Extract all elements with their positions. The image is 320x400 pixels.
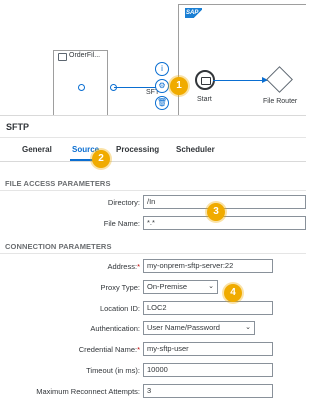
location-id-label: Location ID: <box>99 304 140 313</box>
tab-scheduler[interactable]: Scheduler <box>176 145 215 154</box>
callout-badge-4: 4 <box>224 284 242 302</box>
properties-header: SFTP <box>0 116 306 138</box>
callout-badge-2: 2 <box>92 150 110 168</box>
callout-badge-1: 1 <box>170 77 188 95</box>
authentication-select[interactable]: User Name/Password ⌄ <box>143 321 255 335</box>
directory-label: Directory: <box>107 198 140 207</box>
participant-icon <box>58 53 67 61</box>
tab-general[interactable]: General <box>22 145 52 154</box>
max-reconnect-label: Maximum Reconnect Attempts: <box>36 387 140 396</box>
section-divider <box>0 190 306 191</box>
tab-bar: General Source Processing Scheduler <box>0 138 306 162</box>
chevron-down-icon: ⌄ <box>208 283 214 290</box>
gear-icon[interactable]: ⚙ <box>155 79 169 93</box>
callout-badge-3: 3 <box>207 203 225 221</box>
max-reconnect-field[interactable]: 3 <box>143 384 273 398</box>
file-router-label: File Router <box>263 98 298 105</box>
credential-name-label: Credential Name:* <box>79 345 140 354</box>
credential-name-field[interactable]: my-sftp-user <box>143 342 273 356</box>
start-label: Start <box>197 96 212 103</box>
authentication-label: Authentication: <box>90 324 140 333</box>
required-marker: * <box>137 262 140 271</box>
sender-connection-point[interactable] <box>78 84 85 91</box>
delete-icon[interactable]: 🗑 <box>155 96 169 110</box>
sequence-flow[interactable] <box>213 80 268 81</box>
chevron-down-icon: ⌄ <box>245 324 251 331</box>
proxy-type-select[interactable]: On-Premise ⌄ <box>143 280 218 294</box>
authentication-value: User Name/Password <box>147 323 220 332</box>
sftp-channel-line[interactable] <box>114 87 156 88</box>
address-label-text: Address: <box>107 262 138 271</box>
tab-processing[interactable]: Processing <box>116 145 159 154</box>
location-id-field[interactable]: LOC2 <box>143 301 273 315</box>
file-access-heading: FILE ACCESS PARAMETERS <box>5 179 111 188</box>
timeout-field[interactable]: 10000 <box>143 363 273 377</box>
panel-title: SFTP <box>6 122 30 132</box>
required-marker: * <box>137 345 140 354</box>
file-name-field[interactable]: *.* <box>143 216 306 230</box>
directory-field[interactable]: /In <box>143 195 306 209</box>
sender-title: OrderFil... <box>69 52 101 59</box>
address-label: Address:* <box>107 262 140 271</box>
address-field[interactable]: my-onprem-sftp-server:22 <box>143 259 273 273</box>
integration-flow-canvas[interactable]: SAP OrderFil... SFT i ⚙ 🗑 Start File Rou… <box>0 0 306 116</box>
timeout-label: Timeout (in ms): <box>86 366 140 375</box>
connection-heading: CONNECTION PARAMETERS <box>5 242 112 251</box>
credential-name-label-text: Credential Name: <box>78 345 138 354</box>
proxy-type-label: Proxy Type: <box>100 283 140 292</box>
info-icon[interactable]: i <box>155 62 169 76</box>
file-name-label: File Name: <box>103 219 140 228</box>
proxy-type-value: On-Premise <box>147 282 188 291</box>
sap-logo: SAP <box>185 8 202 18</box>
start-event[interactable] <box>195 70 215 90</box>
section-divider <box>0 253 306 254</box>
